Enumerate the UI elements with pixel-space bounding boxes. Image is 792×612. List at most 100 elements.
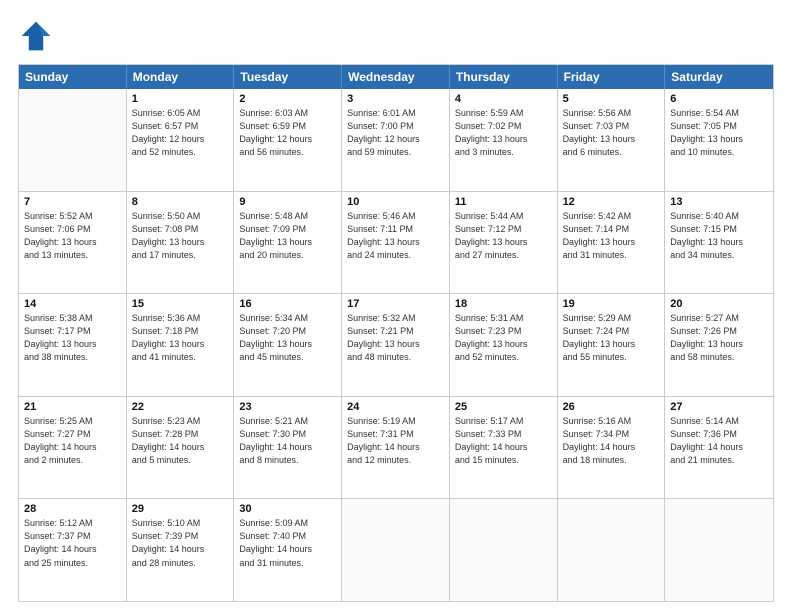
calendar-cell: 13 Sunrise: 5:40 AMSunset: 7:15 PMDayligh… <box>665 192 773 294</box>
day-number: 17 <box>347 298 444 310</box>
day-number: 21 <box>24 401 121 413</box>
calendar-cell: 9Sunrise: 5:48 AMSunset: 7:09 PMDaylight… <box>234 192 342 294</box>
logo-icon <box>18 18 54 54</box>
calendar-cell: 24 Sunrise: 5:19 AMSunset: 7:31 PMDayligh… <box>342 397 450 499</box>
weekday-header-sunday: Sunday <box>19 65 127 89</box>
day-info: Sunrise: 5:42 AMSunset: 7:14 PMDaylight:… <box>563 210 660 262</box>
calendar-cell <box>665 499 773 601</box>
calendar-cell: 2Sunrise: 6:03 AMSunset: 6:59 PMDaylight… <box>234 89 342 191</box>
day-info: Sunrise: 5:46 AMSunset: 7:11 PMDaylight:… <box>347 210 444 262</box>
calendar-header: SundayMondayTuesdayWednesdayThursdayFrid… <box>19 65 773 89</box>
calendar-cell: 18 Sunrise: 5:31 AMSunset: 7:23 PMDayligh… <box>450 294 558 396</box>
calendar-body: 1 Sunrise: 6:05 AMSunset: 6:57 PMDaylight… <box>19 89 773 601</box>
calendar-row-5: 28Sunrise: 5:12 AMSunset: 7:37 PMDayligh… <box>19 498 773 601</box>
day-number: 5 <box>563 93 660 105</box>
day-info: Sunrise: 5:16 AMSunset: 7:34 PMDaylight:… <box>563 415 660 467</box>
day-info: Sunrise: 5:21 AMSunset: 7:30 PMDaylight:… <box>239 415 336 467</box>
day-number: 23 <box>239 401 336 413</box>
day-number: 8 <box>132 196 229 208</box>
day-info: Sunrise: 6:05 AMSunset: 6:57 PMDaylight:… <box>132 107 229 159</box>
day-number: 19 <box>563 298 660 310</box>
day-info: Sunrise: 5:59 AMSunset: 7:02 PMDaylight:… <box>455 107 552 159</box>
calendar-cell: 16Sunrise: 5:34 AMSunset: 7:20 PMDayligh… <box>234 294 342 396</box>
day-number: 30 <box>239 503 336 515</box>
day-number: 27 <box>670 401 768 413</box>
calendar-cell: 22 Sunrise: 5:23 AMSunset: 7:28 PMDayligh… <box>127 397 235 499</box>
day-info: Sunrise: 5:29 AMSunset: 7:24 PMDaylight:… <box>563 312 660 364</box>
weekday-header-saturday: Saturday <box>665 65 773 89</box>
page: SundayMondayTuesdayWednesdayThursdayFrid… <box>0 0 792 612</box>
day-info: Sunrise: 5:31 AMSunset: 7:23 PMDaylight:… <box>455 312 552 364</box>
calendar-cell: 3 Sunrise: 6:01 AMSunset: 7:00 PMDaylight… <box>342 89 450 191</box>
day-number: 11 <box>455 196 552 208</box>
day-number: 12 <box>563 196 660 208</box>
day-info: Sunrise: 6:01 AMSunset: 7:00 PMDaylight:… <box>347 107 444 159</box>
day-info: Sunrise: 5:48 AMSunset: 7:09 PMDaylight:… <box>239 210 336 262</box>
day-info: Sunrise: 5:50 AMSunset: 7:08 PMDaylight:… <box>132 210 229 262</box>
day-info: Sunrise: 5:10 AMSunset: 7:39 PMDaylight:… <box>132 517 229 569</box>
day-info: Sunrise: 5:09 AMSunset: 7:40 PMDaylight:… <box>239 517 336 569</box>
day-info: Sunrise: 5:23 AMSunset: 7:28 PMDaylight:… <box>132 415 229 467</box>
day-info: Sunrise: 5:14 AMSunset: 7:36 PMDaylight:… <box>670 415 768 467</box>
weekday-header-wednesday: Wednesday <box>342 65 450 89</box>
calendar-cell: 10Sunrise: 5:46 AMSunset: 7:11 PMDayligh… <box>342 192 450 294</box>
weekday-header-thursday: Thursday <box>450 65 558 89</box>
calendar-cell: 21 Sunrise: 5:25 AMSunset: 7:27 PMDayligh… <box>19 397 127 499</box>
day-number: 4 <box>455 93 552 105</box>
day-info: Sunrise: 5:40 AMSunset: 7:15 PMDaylight:… <box>670 210 768 262</box>
day-number: 3 <box>347 93 444 105</box>
day-info: Sunrise: 5:25 AMSunset: 7:27 PMDaylight:… <box>24 415 121 467</box>
day-number: 1 <box>132 93 229 105</box>
day-number: 7 <box>24 196 121 208</box>
day-number: 15 <box>132 298 229 310</box>
calendar-cell: 20 Sunrise: 5:27 AMSunset: 7:26 PMDayligh… <box>665 294 773 396</box>
calendar-cell: 7 Sunrise: 5:52 AMSunset: 7:06 PMDaylight… <box>19 192 127 294</box>
calendar-cell: 29Sunrise: 5:10 AMSunset: 7:39 PMDayligh… <box>127 499 235 601</box>
day-number: 22 <box>132 401 229 413</box>
calendar-cell: 6Sunrise: 5:54 AMSunset: 7:05 PMDaylight… <box>665 89 773 191</box>
day-info: Sunrise: 5:52 AMSunset: 7:06 PMDaylight:… <box>24 210 121 262</box>
calendar: SundayMondayTuesdayWednesdayThursdayFrid… <box>18 64 774 602</box>
day-number: 13 <box>670 196 768 208</box>
day-info: Sunrise: 5:19 AMSunset: 7:31 PMDaylight:… <box>347 415 444 467</box>
calendar-row-3: 14 Sunrise: 5:38 AMSunset: 7:17 PMDayligh… <box>19 293 773 396</box>
calendar-cell: 8 Sunrise: 5:50 AMSunset: 7:08 PMDaylight… <box>127 192 235 294</box>
weekday-header-monday: Monday <box>127 65 235 89</box>
calendar-cell: 27 Sunrise: 5:14 AMSunset: 7:36 PMDayligh… <box>665 397 773 499</box>
calendar-cell: 26 Sunrise: 5:16 AMSunset: 7:34 PMDayligh… <box>558 397 666 499</box>
calendar-cell: 19 Sunrise: 5:29 AMSunset: 7:24 PMDayligh… <box>558 294 666 396</box>
day-info: Sunrise: 5:36 AMSunset: 7:18 PMDaylight:… <box>132 312 229 364</box>
calendar-cell: 11 Sunrise: 5:44 AMSunset: 7:12 PMDayligh… <box>450 192 558 294</box>
calendar-cell <box>558 499 666 601</box>
day-info: Sunrise: 5:17 AMSunset: 7:33 PMDaylight:… <box>455 415 552 467</box>
calendar-row-1: 1 Sunrise: 6:05 AMSunset: 6:57 PMDaylight… <box>19 89 773 191</box>
day-number: 18 <box>455 298 552 310</box>
calendar-cell <box>342 499 450 601</box>
day-number: 24 <box>347 401 444 413</box>
calendar-cell: 12 Sunrise: 5:42 AMSunset: 7:14 PMDayligh… <box>558 192 666 294</box>
calendar-cell: 23 Sunrise: 5:21 AMSunset: 7:30 PMDayligh… <box>234 397 342 499</box>
day-number: 25 <box>455 401 552 413</box>
calendar-cell: 14 Sunrise: 5:38 AMSunset: 7:17 PMDayligh… <box>19 294 127 396</box>
calendar-cell: 17 Sunrise: 5:32 AMSunset: 7:21 PMDayligh… <box>342 294 450 396</box>
logo <box>18 18 60 54</box>
day-number: 20 <box>670 298 768 310</box>
calendar-cell: 5 Sunrise: 5:56 AMSunset: 7:03 PMDaylight… <box>558 89 666 191</box>
calendar-cell <box>450 499 558 601</box>
day-info: Sunrise: 5:44 AMSunset: 7:12 PMDaylight:… <box>455 210 552 262</box>
day-info: Sunrise: 5:38 AMSunset: 7:17 PMDaylight:… <box>24 312 121 364</box>
day-number: 16 <box>239 298 336 310</box>
day-info: Sunrise: 5:27 AMSunset: 7:26 PMDaylight:… <box>670 312 768 364</box>
calendar-cell: 25 Sunrise: 5:17 AMSunset: 7:33 PMDayligh… <box>450 397 558 499</box>
calendar-cell: 4 Sunrise: 5:59 AMSunset: 7:02 PMDaylight… <box>450 89 558 191</box>
calendar-cell: 30 Sunrise: 5:09 AMSunset: 7:40 PMDayligh… <box>234 499 342 601</box>
header <box>18 18 774 54</box>
calendar-row-2: 7 Sunrise: 5:52 AMSunset: 7:06 PMDaylight… <box>19 191 773 294</box>
day-info: Sunrise: 5:56 AMSunset: 7:03 PMDaylight:… <box>563 107 660 159</box>
day-number: 26 <box>563 401 660 413</box>
day-number: 14 <box>24 298 121 310</box>
weekday-header-friday: Friday <box>558 65 666 89</box>
day-info: Sunrise: 5:32 AMSunset: 7:21 PMDaylight:… <box>347 312 444 364</box>
calendar-cell: 28Sunrise: 5:12 AMSunset: 7:37 PMDayligh… <box>19 499 127 601</box>
day-number: 2 <box>239 93 336 105</box>
